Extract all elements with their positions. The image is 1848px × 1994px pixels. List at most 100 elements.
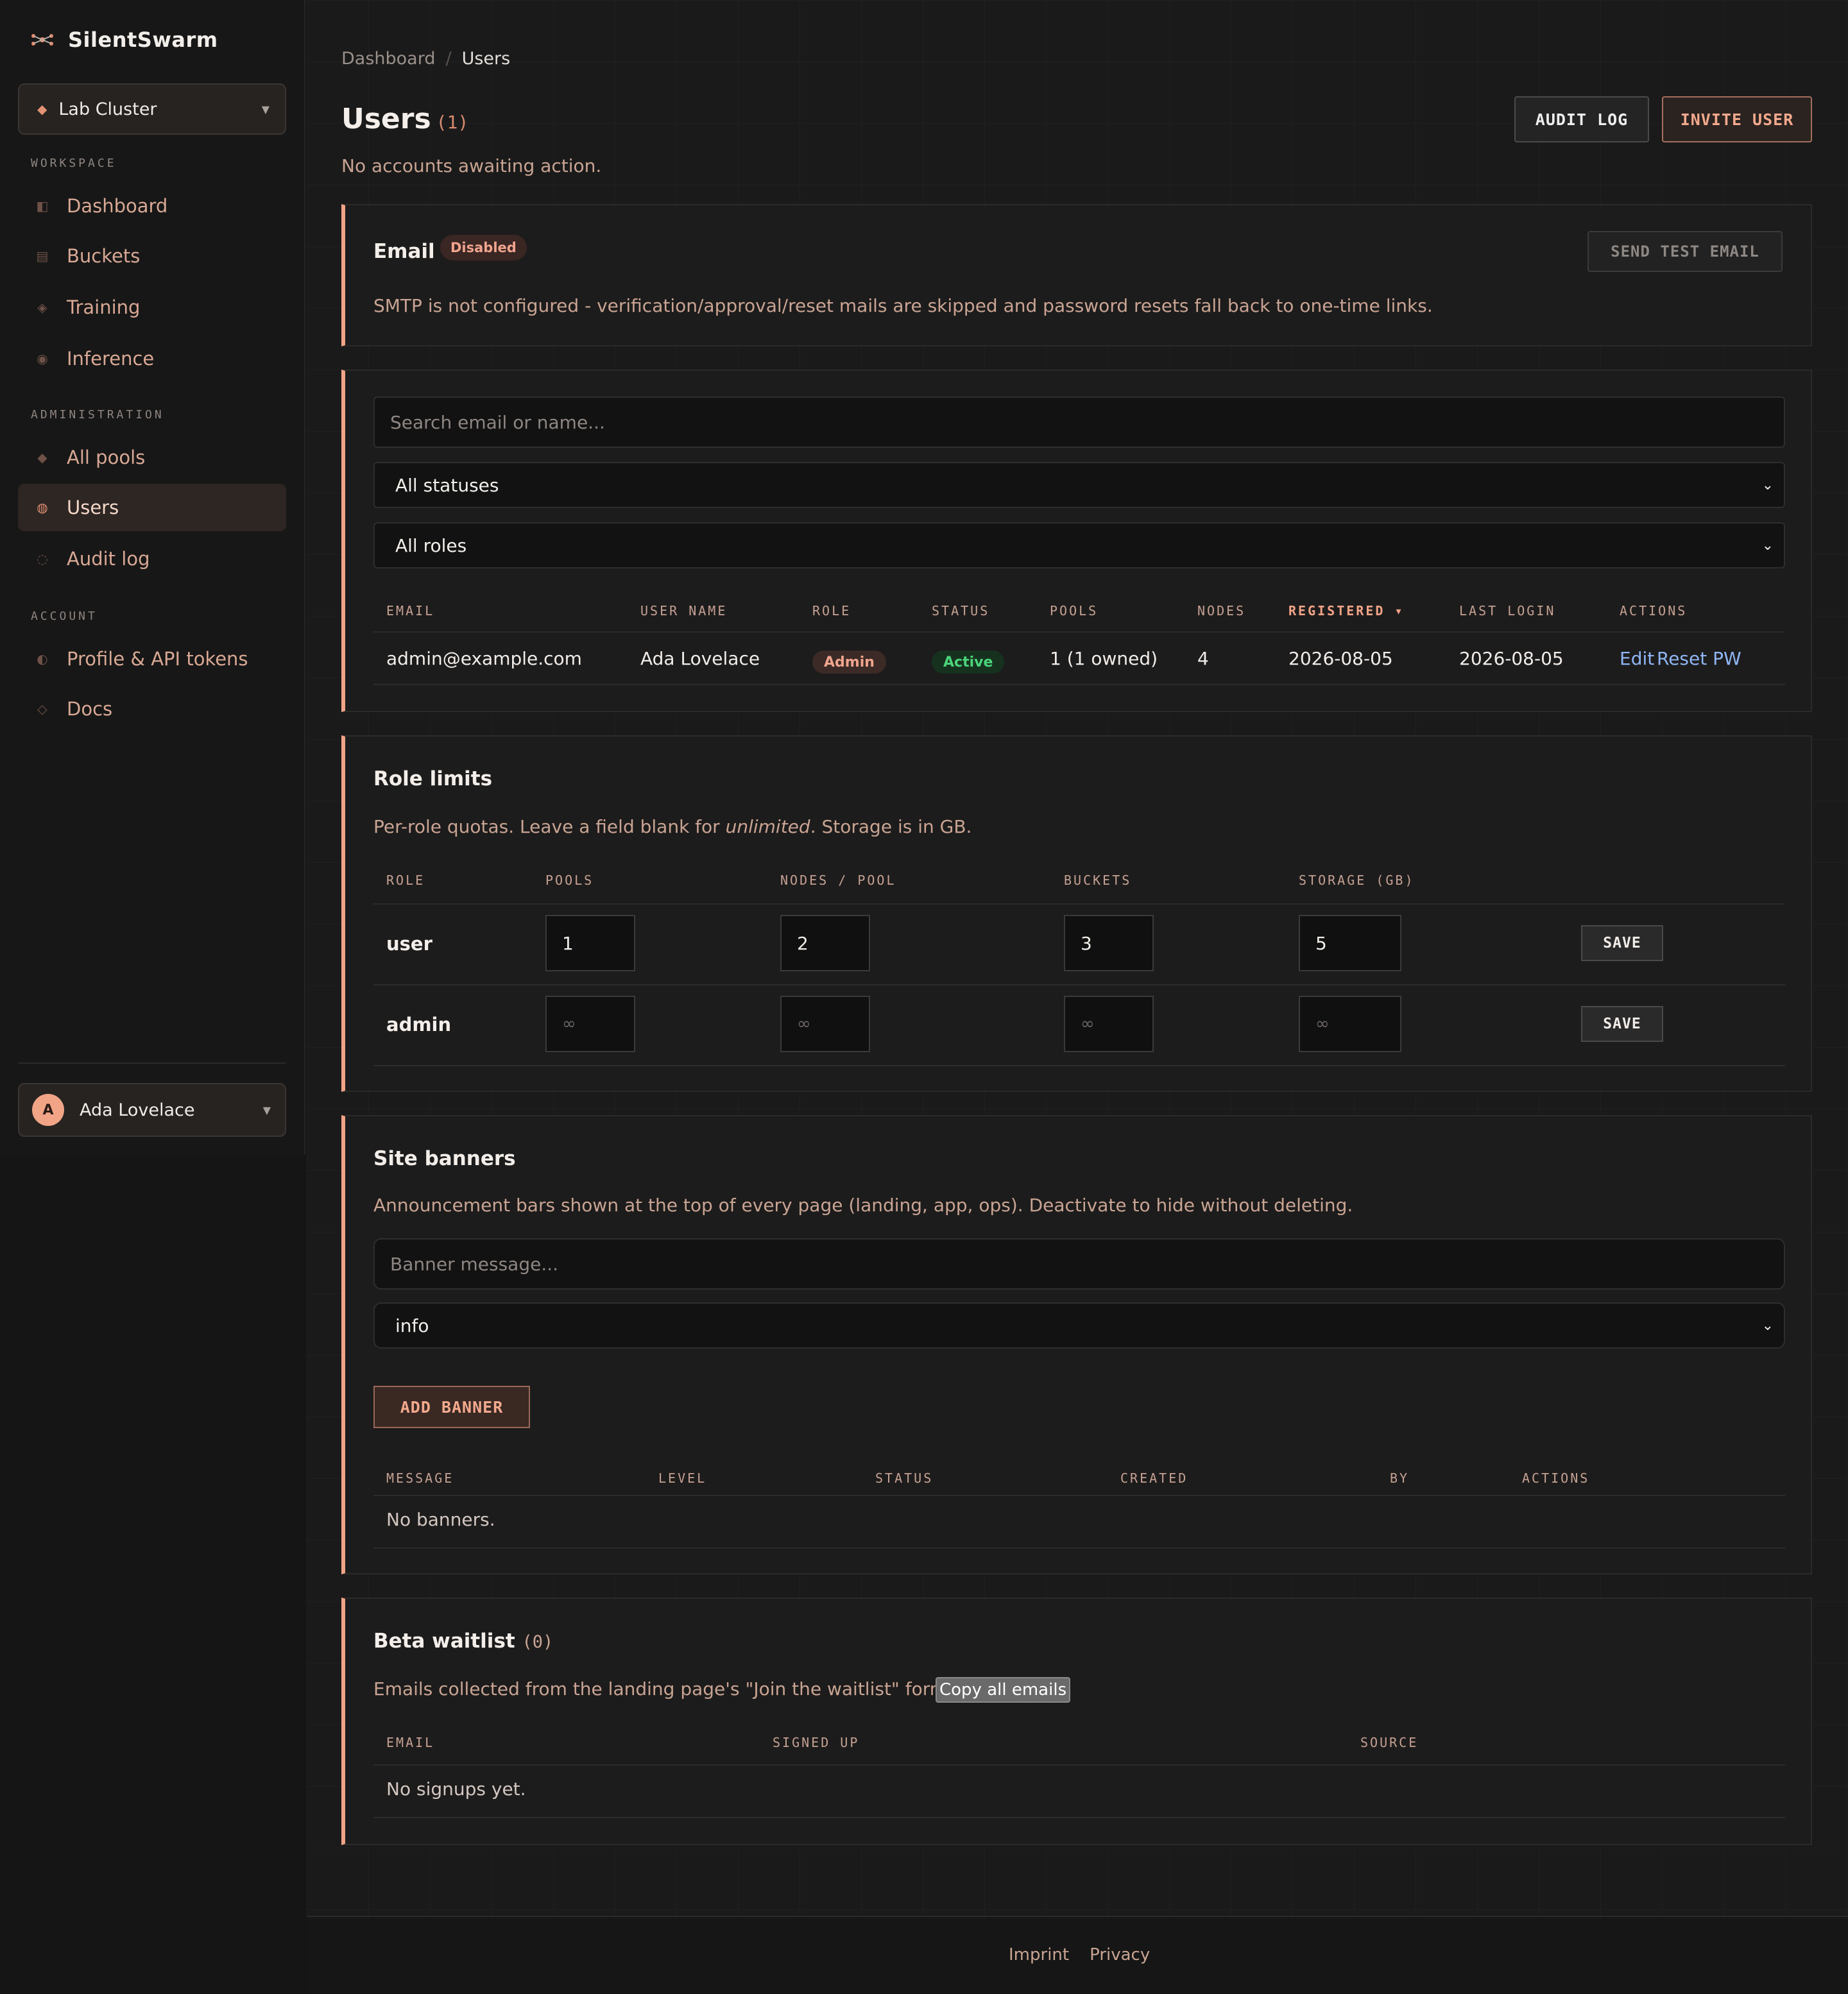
add-banner-button[interactable]: ADD BANNER bbox=[373, 1386, 530, 1428]
sidebar-item-all-pools[interactable]: ◆ All pools bbox=[18, 434, 286, 481]
cell-registered: 2026-08-05 bbox=[1288, 648, 1393, 669]
column-header-email: EMAIL bbox=[386, 1735, 435, 1750]
column-header-actions: ACTIONS bbox=[1522, 1470, 1590, 1486]
role-badge: Admin bbox=[812, 651, 886, 674]
role-name-admin: admin bbox=[386, 1014, 452, 1035]
reset-password-link[interactable]: Reset PW bbox=[1657, 648, 1741, 669]
buckets-limit-input[interactable]: ∞ bbox=[1064, 996, 1154, 1052]
column-header-role: ROLE bbox=[386, 873, 425, 888]
sidebar-item-label: Inference bbox=[67, 348, 155, 370]
audit-log-button[interactable]: AUDIT LOG bbox=[1514, 96, 1649, 142]
beta-waitlist-title-text: Beta waitlist bbox=[373, 1630, 515, 1653]
column-header-pools: POOLS bbox=[545, 873, 594, 888]
column-header-registered[interactable]: REGISTERED ▾ bbox=[1288, 603, 1405, 618]
save-user-limits-button[interactable]: SAVE bbox=[1581, 925, 1663, 961]
edit-user-link[interactable]: Edit bbox=[1620, 648, 1654, 669]
page-title-text: Users bbox=[341, 103, 431, 135]
profile-icon: ◐ bbox=[37, 651, 48, 667]
chevron-down-icon: ▼ bbox=[261, 103, 270, 115]
copy-all-emails-button[interactable]: Copy all emails bbox=[936, 1677, 1071, 1703]
sidebar-item-training[interactable]: ◈ Training bbox=[18, 284, 286, 331]
site-banners-card: Site banners Announcement bars shown at … bbox=[341, 1115, 1812, 1574]
cell-user-name: Ada Lovelace bbox=[640, 648, 760, 669]
sidebar-item-label: Users bbox=[67, 497, 119, 518]
section-administration: ADMINISTRATION bbox=[31, 408, 164, 422]
column-header-status[interactable]: STATUS bbox=[932, 603, 989, 618]
banner-level-select[interactable]: info ⌄ bbox=[373, 1302, 1785, 1349]
page-subtitle: No accounts awaiting action. bbox=[341, 155, 602, 176]
site-banners-title: Site banners bbox=[373, 1147, 516, 1170]
cluster-name: Lab Cluster bbox=[58, 99, 157, 119]
table-divider bbox=[373, 631, 1785, 633]
sidebar-item-profile[interactable]: ◐ Profile & API tokens bbox=[18, 635, 286, 683]
chevron-down-icon: ⌄ bbox=[1761, 1317, 1774, 1334]
table-divider bbox=[373, 1764, 1785, 1766]
dashboard-icon: ◧ bbox=[36, 198, 49, 214]
nodes-per-pool-input[interactable]: ∞ bbox=[780, 996, 870, 1052]
role-limits-desc-em: unlimited bbox=[725, 816, 810, 837]
table-divider bbox=[373, 1065, 1785, 1066]
footer-links: Imprint Privacy bbox=[1009, 1945, 1150, 1964]
invite-user-button[interactable]: INVITE USER bbox=[1662, 96, 1812, 142]
column-header-email[interactable]: EMAIL bbox=[386, 603, 434, 618]
chevron-down-icon: ⌄ bbox=[1761, 537, 1774, 554]
status-badge: Active bbox=[932, 651, 1005, 674]
breadcrumb-dashboard[interactable]: Dashboard bbox=[341, 49, 435, 69]
role-filter-select[interactable]: All roles ⌄ bbox=[373, 522, 1785, 568]
column-header-last-login[interactable]: LAST LOGIN bbox=[1459, 603, 1555, 618]
role-limits-title: Role limits bbox=[373, 767, 493, 790]
sidebar-item-users[interactable]: ◍ Users bbox=[18, 484, 286, 531]
column-header-source: SOURCE bbox=[1360, 1735, 1419, 1750]
email-card-title: Email bbox=[373, 240, 435, 263]
storage-limit-input[interactable]: 5 bbox=[1299, 915, 1401, 971]
app-name: SilentSwarm bbox=[68, 28, 218, 52]
sidebar-item-inference[interactable]: ◉ Inference bbox=[18, 335, 286, 382]
users-card: Search email or name... All statuses ⌄ A… bbox=[341, 370, 1812, 712]
audit-icon: ◌ bbox=[37, 551, 48, 567]
empty-waitlist-message: No signups yet. bbox=[386, 1778, 526, 1800]
pools-limit-input[interactable]: ∞ bbox=[545, 996, 635, 1052]
brand[interactable]: SilentSwarm bbox=[30, 27, 218, 53]
role-limits-description: Per-role quotas. Leave a field blank for… bbox=[373, 816, 971, 837]
pools-icon: ◆ bbox=[37, 450, 47, 465]
nodes-per-pool-input[interactable]: 2 bbox=[780, 915, 870, 971]
search-input[interactable]: Search email or name... bbox=[373, 396, 1785, 448]
privacy-link[interactable]: Privacy bbox=[1090, 1945, 1150, 1964]
cluster-diamond-icon: ◆ bbox=[37, 101, 47, 117]
banner-level-value: info bbox=[395, 1315, 429, 1336]
sidebar-item-label: Profile & API tokens bbox=[67, 648, 248, 670]
send-test-email-button[interactable]: SEND TEST EMAIL bbox=[1587, 231, 1783, 272]
email-card: Email Disabled SEND TEST EMAIL SMTP is n… bbox=[341, 204, 1812, 346]
status-filter-select[interactable]: All statuses ⌄ bbox=[373, 462, 1785, 508]
bucket-icon: ▤ bbox=[36, 248, 49, 264]
sidebar-item-dashboard[interactable]: ◧ Dashboard bbox=[18, 182, 286, 230]
waitlist-count: (0) bbox=[522, 1632, 554, 1652]
column-header-actions: ACTIONS bbox=[1620, 603, 1688, 618]
pools-limit-input[interactable]: 1 bbox=[545, 915, 635, 971]
table-divider bbox=[373, 984, 1785, 985]
user-count: (1) bbox=[436, 112, 469, 133]
user-menu[interactable]: A Ada Lovelace ▼ bbox=[18, 1083, 286, 1137]
sidebar-item-buckets[interactable]: ▤ Buckets bbox=[18, 232, 286, 280]
storage-limit-input[interactable]: ∞ bbox=[1299, 996, 1401, 1052]
sidebar-item-audit-log[interactable]: ◌ Audit log bbox=[18, 535, 286, 583]
beta-waitlist-title: Beta waitlist (0) bbox=[373, 1630, 553, 1653]
column-header-user-name[interactable]: USER NAME bbox=[640, 603, 727, 618]
column-header-signed-up: SIGNED UP bbox=[773, 1735, 860, 1750]
sidebar-item-docs[interactable]: ◇ Docs bbox=[18, 685, 286, 733]
buckets-limit-input[interactable]: 3 bbox=[1064, 915, 1154, 971]
beta-waitlist-card: Beta waitlist (0) Emails collected from … bbox=[341, 1598, 1812, 1845]
sidebar-divider bbox=[18, 1062, 286, 1064]
banner-message-input[interactable]: Banner message... bbox=[373, 1238, 1785, 1290]
column-header-nodes[interactable]: NODES bbox=[1197, 603, 1245, 618]
cell-email: admin@example.com bbox=[386, 648, 582, 669]
role-name-user: user bbox=[386, 933, 432, 955]
imprint-link[interactable]: Imprint bbox=[1009, 1945, 1069, 1964]
role-limits-card: Role limits Per-role quotas. Leave a fie… bbox=[341, 735, 1812, 1092]
column-header-pools[interactable]: POOLS bbox=[1050, 603, 1098, 618]
column-header-role[interactable]: ROLE bbox=[812, 603, 851, 618]
cluster-selector[interactable]: ◆ Lab Cluster ▼ bbox=[18, 83, 286, 135]
save-admin-limits-button[interactable]: SAVE bbox=[1581, 1006, 1663, 1042]
role-limits-desc-start: Per-role quotas. Leave a field blank for bbox=[373, 816, 726, 837]
table-divider bbox=[373, 684, 1785, 685]
